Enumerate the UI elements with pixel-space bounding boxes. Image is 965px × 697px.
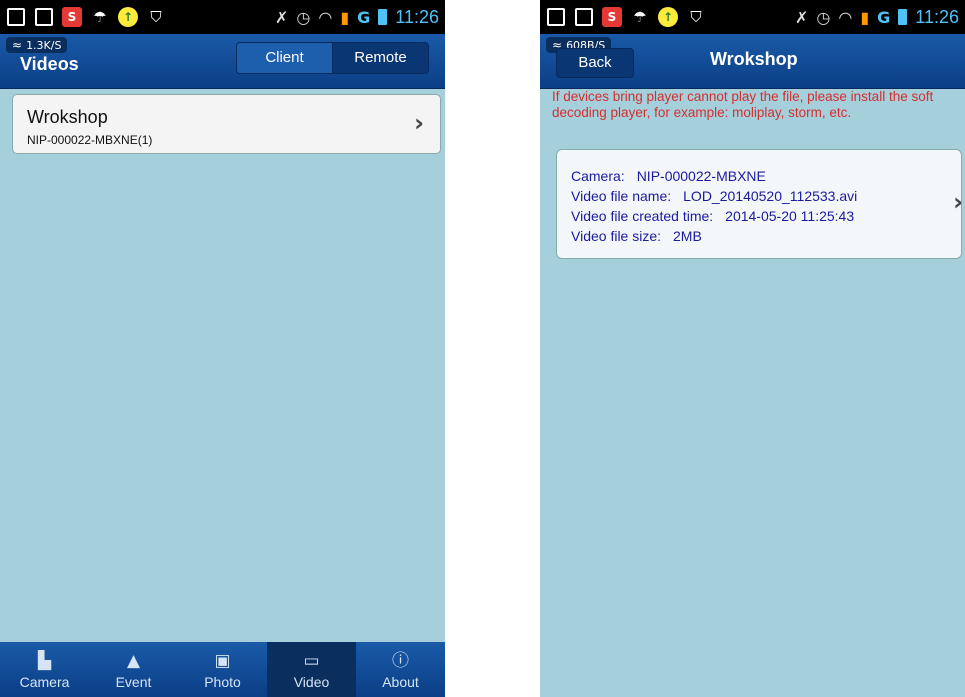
signal-icon: ▮	[860, 7, 870, 27]
clock: 11:26	[395, 6, 439, 27]
page-title: Videos	[20, 54, 79, 74]
video-info-card[interactable]: Camera: NIP-000022-MBXNE Video file name:…	[556, 149, 963, 259]
wifi-icon: ◠	[318, 7, 333, 27]
video-detail-screen: S ☂ ↑ ⛉ ✗ ◷ ◠ ▮ G 11:26 ≈ 608B/S Back Wr…	[540, 0, 965, 697]
camera-icon: ▙	[37, 650, 52, 671]
page-title: Wrokshop	[710, 49, 798, 69]
clock: 11:26	[915, 6, 959, 27]
chevron-right-icon: ›	[953, 188, 963, 216]
file-size-row: Video file size: 2MB	[571, 228, 702, 244]
player-notice: If devices bring player cannot play the …	[552, 89, 934, 120]
wifi-icon: ◠	[838, 7, 853, 27]
app-s-icon: S	[602, 7, 622, 27]
wifi-icon: ≈	[12, 38, 23, 52]
status-bar: S ☂ ↑ ⛉ ✗ ◷ ◠ ▮ G 11:26	[540, 0, 965, 34]
battery-icon	[378, 9, 388, 25]
network-g-icon: G	[877, 7, 891, 27]
mute-icon: ✗	[274, 7, 289, 27]
tab-event[interactable]: ▲ Event	[89, 642, 178, 697]
bottom-tab-bar: ▙ Camera ▲ Event ▣ Photo ▭ Video ⓘ About	[0, 642, 445, 697]
client-button[interactable]: Client	[237, 43, 333, 73]
chevron-right-icon: ›	[414, 109, 424, 137]
tab-about[interactable]: ⓘ About	[356, 642, 445, 697]
bell-icon: ▲	[126, 650, 141, 671]
title-bar: ≈ 1.3K/S Videos Client Remote	[0, 34, 445, 89]
image-notification-icon	[574, 7, 594, 27]
battery-icon	[898, 9, 908, 25]
image-notification-icon	[34, 7, 54, 27]
image-notification-icon	[546, 7, 566, 27]
back-button[interactable]: Back	[556, 48, 634, 78]
list-item[interactable]: Wrokshop NIP-000022-MBXNE(1) ›	[12, 94, 441, 154]
shield-icon: ⛉	[150, 8, 162, 26]
created-time-row: Video file created time: 2014-05-20 11:25…	[571, 208, 855, 224]
shield-icon: ⛉	[690, 8, 702, 26]
image-notification-icon	[6, 7, 26, 27]
info-icon: ⓘ	[392, 650, 409, 671]
tab-camera[interactable]: ▙ Camera	[0, 642, 89, 697]
film-icon: ▭	[303, 650, 320, 671]
source-segmented-control: Client Remote	[236, 42, 429, 74]
signal-icon: ▮	[340, 7, 350, 27]
network-g-icon: G	[357, 7, 371, 27]
photo-icon: ▣	[214, 650, 231, 671]
list-item-title: Wrokshop	[27, 107, 108, 127]
file-name-row: Video file name: LOD_20140520_112533.avi	[571, 188, 858, 204]
app-s-icon: S	[62, 7, 82, 27]
remote-button[interactable]: Remote	[333, 43, 428, 73]
weather-icon: ☂	[93, 8, 107, 26]
upload-icon: ↑	[118, 7, 138, 27]
tab-photo[interactable]: ▣ Photo	[178, 642, 267, 697]
status-bar: S ☂ ↑ ⛉ ✗ ◷ ◠ ▮ G 11:26	[0, 0, 445, 34]
list-item-subtitle: NIP-000022-MBXNE(1)	[27, 133, 153, 147]
network-speed: ≈ 1.3K/S	[6, 37, 68, 53]
title-bar: ≈ 608B/S Back Wrokshop	[540, 34, 965, 89]
camera-row: Camera: NIP-000022-MBXNE	[571, 168, 766, 184]
videos-screen: S ☂ ↑ ⛉ ✗ ◷ ◠ ▮ G 11:26 ≈ 1.3K/S Videos …	[0, 0, 445, 697]
alarm-icon: ◷	[816, 7, 831, 27]
upload-icon: ↑	[658, 7, 678, 27]
tab-video[interactable]: ▭ Video	[267, 642, 356, 697]
alarm-icon: ◷	[296, 7, 311, 27]
weather-icon: ☂	[633, 8, 647, 26]
mute-icon: ✗	[794, 7, 809, 27]
